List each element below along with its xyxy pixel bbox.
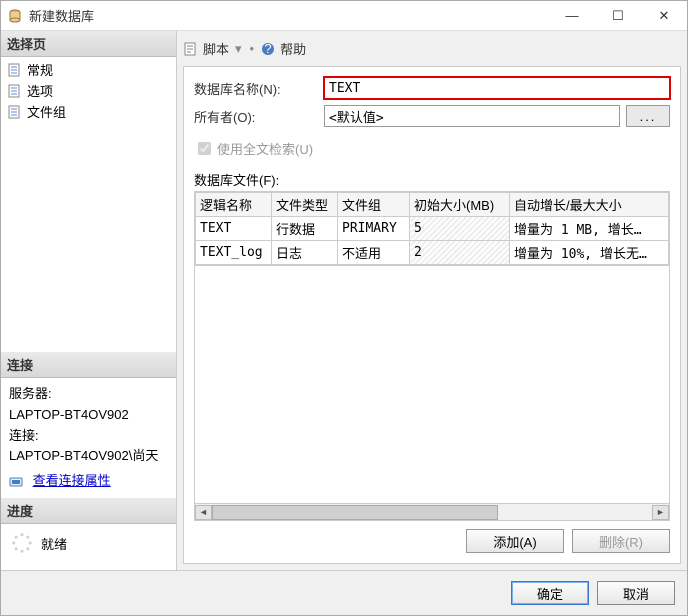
- cell-group: 不适用: [338, 241, 410, 265]
- files-table-wrapper: 逻辑名称 文件类型 文件组 初始大小(MB) 自动增长/最大大小 TEXT 行数…: [194, 191, 670, 521]
- horizontal-scrollbar[interactable]: ◄ ►: [195, 503, 669, 520]
- nav-label: 文件组: [27, 102, 66, 121]
- server-value: LAPTOP-BT4OV902: [9, 405, 168, 426]
- nav-item-general[interactable]: 常规: [1, 59, 176, 80]
- main-panel: 数据库名称(N): 所有者(O): ... 使用全文检索(U) 数据库文件(F)…: [183, 66, 681, 564]
- svg-text:?: ?: [264, 41, 271, 56]
- nav-label: 选项: [27, 81, 53, 100]
- connection-info: 服务器: LAPTOP-BT4OV902 连接: LAPTOP-BT4OV902…: [1, 378, 176, 498]
- db-name-label: 数据库名称(N):: [194, 79, 324, 98]
- cell-group[interactable]: PRIMARY: [338, 217, 410, 241]
- col-filegroup[interactable]: 文件组: [338, 193, 410, 217]
- new-database-dialog: 新建数据库 — ☐ ✕ 选择页 常规 选项 文件组: [0, 0, 688, 616]
- conn-label: 连接:: [9, 426, 168, 447]
- connection-header: 连接: [1, 352, 176, 378]
- progress-status: 就绪: [41, 534, 67, 553]
- cell-size[interactable]: 5: [410, 217, 510, 241]
- add-button[interactable]: 添加(A): [466, 529, 564, 553]
- remove-button: 删除(R): [572, 529, 670, 553]
- page-icon: [7, 62, 23, 78]
- window-title: 新建数据库: [29, 6, 549, 25]
- table-header-row: 逻辑名称 文件类型 文件组 初始大小(MB) 自动增长/最大大小: [196, 193, 669, 217]
- table-row[interactable]: TEXT_log 日志 不适用 2 增量为 10%, 增长无…: [196, 241, 669, 265]
- scroll-right-icon[interactable]: ►: [652, 505, 669, 520]
- server-label: 服务器:: [9, 384, 168, 405]
- conn-value: LAPTOP-BT4OV902\尚天: [9, 446, 168, 467]
- fulltext-checkbox: [198, 142, 211, 155]
- page-icon: [7, 83, 23, 99]
- cell-size[interactable]: 2: [410, 241, 510, 265]
- cell-type: 日志: [272, 241, 338, 265]
- nav-item-options[interactable]: 选项: [1, 80, 176, 101]
- files-label: 数据库文件(F):: [194, 170, 670, 189]
- files-table[interactable]: 逻辑名称 文件类型 文件组 初始大小(MB) 自动增长/最大大小 TEXT 行数…: [195, 192, 669, 265]
- script-dropdown-icon[interactable]: ▾: [235, 41, 242, 57]
- col-logical-name[interactable]: 逻辑名称: [196, 193, 272, 217]
- cell-name[interactable]: TEXT: [196, 217, 272, 241]
- connection-icon: [9, 474, 25, 490]
- script-button[interactable]: 脚本: [203, 39, 229, 58]
- help-icon: ?: [260, 41, 276, 57]
- ok-button[interactable]: 确定: [511, 581, 589, 605]
- table-row[interactable]: TEXT 行数据 PRIMARY 5 增量为 1 MB, 增长…: [196, 217, 669, 241]
- owner-input[interactable]: [324, 105, 620, 127]
- view-connection-link[interactable]: 查看连接属性: [33, 473, 111, 488]
- toolbar: 脚本 ▾ • ? 帮助: [183, 35, 681, 66]
- database-icon: [7, 8, 23, 24]
- cell-growth[interactable]: 增量为 1 MB, 增长…: [510, 217, 669, 241]
- minimize-button[interactable]: —: [549, 1, 595, 31]
- fulltext-label: 使用全文检索(U): [217, 139, 313, 158]
- owner-label: 所有者(O):: [194, 107, 324, 126]
- col-file-type[interactable]: 文件类型: [272, 193, 338, 217]
- help-button[interactable]: 帮助: [280, 39, 306, 58]
- nav-item-filegroups[interactable]: 文件组: [1, 101, 176, 122]
- cell-type: 行数据: [272, 217, 338, 241]
- select-page-header: 选择页: [1, 31, 176, 57]
- col-autogrowth[interactable]: 自动增长/最大大小: [510, 193, 669, 217]
- cell-name[interactable]: TEXT_log: [196, 241, 272, 265]
- maximize-button[interactable]: ☐: [595, 1, 641, 31]
- owner-browse-button[interactable]: ...: [626, 105, 670, 127]
- cell-growth[interactable]: 增量为 10%, 增长无…: [510, 241, 669, 265]
- page-icon: [7, 104, 23, 120]
- progress-spinner-icon: [11, 532, 33, 554]
- page-nav-list: 常规 选项 文件组: [1, 57, 176, 124]
- nav-label: 常规: [27, 60, 53, 79]
- db-name-input[interactable]: [324, 77, 670, 99]
- col-initial-size[interactable]: 初始大小(MB): [410, 193, 510, 217]
- scroll-thumb[interactable]: [212, 505, 498, 520]
- titlebar[interactable]: 新建数据库 — ☐ ✕: [1, 1, 687, 31]
- script-icon: [183, 41, 199, 57]
- dialog-footer: 确定 取消: [1, 571, 687, 615]
- cancel-button[interactable]: 取消: [597, 581, 675, 605]
- scroll-left-icon[interactable]: ◄: [195, 505, 212, 520]
- close-button[interactable]: ✕: [641, 1, 687, 31]
- progress-header: 进度: [1, 498, 176, 524]
